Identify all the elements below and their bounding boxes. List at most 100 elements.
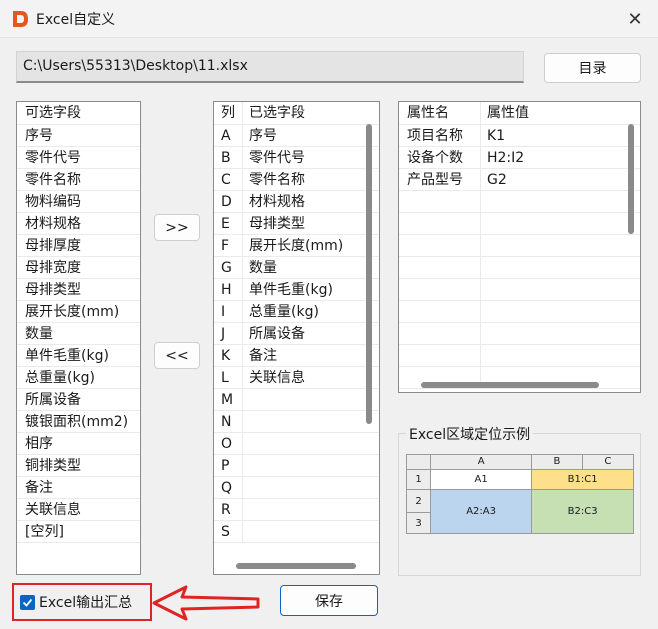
- selected-vertical-scrollbar[interactable]: [366, 124, 372, 424]
- selected-field-row[interactable]: I 总重量(kg): [214, 301, 379, 323]
- column-letter: H: [214, 279, 243, 300]
- column-letter: R: [214, 499, 243, 520]
- column-letter: P: [214, 455, 243, 476]
- column-letter: O: [214, 433, 243, 454]
- selected-field-row[interactable]: C 零件名称: [214, 169, 379, 191]
- selected-field-row[interactable]: N: [214, 411, 379, 433]
- column-letter: C: [214, 169, 243, 190]
- column-letter: G: [214, 257, 243, 278]
- selected-fields-grid[interactable]: 列 已选字段 A 序号 B 零件代号 C 零件名称 D 材料规格 E 母排类型 F 展开长度(mm) G…: [213, 101, 380, 575]
- column-letter: M: [214, 389, 243, 410]
- available-fields-list[interactable]: 可选字段 序号 零件代号 零件名称 物料编码 材料规格 母排厚度 母排宽度 母排类型 展开长度(…: [16, 101, 141, 575]
- property-name: 设备个数: [399, 147, 481, 168]
- selected-field-row[interactable]: L 关联信息: [214, 367, 379, 389]
- selected-field-row[interactable]: B 零件代号: [214, 147, 379, 169]
- column-letter: J: [214, 323, 243, 344]
- selected-field-name: 材料规格: [249, 194, 305, 210]
- example-col-header-c: C: [581, 454, 635, 470]
- selected-field-row[interactable]: S: [214, 521, 379, 543]
- available-field-item[interactable]: 数量: [17, 323, 140, 345]
- selected-field-row[interactable]: Q: [214, 477, 379, 499]
- example-cell-a2a3: A2:A3: [429, 489, 533, 534]
- selected-field-row[interactable]: K 备注: [214, 345, 379, 367]
- selected-field-name: 展开长度(mm): [249, 238, 344, 254]
- example-row-header-2: 2: [406, 489, 431, 514]
- empty-property-row: [399, 235, 640, 257]
- excel-summary-checkbox-highlight[interactable]: Excel输出汇总: [12, 583, 152, 621]
- empty-property-row: [399, 323, 640, 345]
- available-field-item[interactable]: 母排厚度: [17, 235, 140, 257]
- selected-field-name: [243, 499, 379, 520]
- available-field-item[interactable]: 镀银面积(mm2): [17, 411, 140, 433]
- column-letter: N: [214, 411, 243, 432]
- selected-field-row[interactable]: R: [214, 499, 379, 521]
- example-cell-a1: A1: [429, 468, 533, 491]
- selected-field-row[interactable]: F 展开长度(mm): [214, 235, 379, 257]
- available-field-item[interactable]: 零件名称: [17, 169, 140, 191]
- column-letter: I: [214, 301, 243, 322]
- available-field-item[interactable]: 材料规格: [17, 213, 140, 235]
- available-field-item[interactable]: 母排宽度: [17, 257, 140, 279]
- selected-field-row[interactable]: H 单件毛重(kg): [214, 279, 379, 301]
- empty-property-row: [399, 213, 640, 235]
- red-arrow-icon: [152, 585, 260, 621]
- available-field-item[interactable]: 单件毛重(kg): [17, 345, 140, 367]
- available-field-item[interactable]: 相序: [17, 433, 140, 455]
- example-row-header-3: 3: [406, 512, 431, 534]
- selected-field-row[interactable]: G 数量: [214, 257, 379, 279]
- available-field-item[interactable]: 关联信息: [17, 499, 140, 521]
- properties-header: 属性名 属性值: [399, 102, 640, 125]
- example-row-header-1: 1: [406, 468, 431, 491]
- selected-field-row[interactable]: E 母排类型: [214, 213, 379, 235]
- properties-vertical-scrollbar[interactable]: [628, 124, 634, 234]
- available-field-item[interactable]: 物料编码: [17, 191, 140, 213]
- property-row[interactable]: 项目名称 K1: [399, 125, 640, 147]
- available-field-item[interactable]: 所属设备: [17, 389, 140, 411]
- available-field-item[interactable]: 总重量(kg): [17, 367, 140, 389]
- empty-property-row: [399, 345, 640, 367]
- app-logo-icon: [13, 11, 28, 27]
- property-name: 项目名称: [399, 125, 481, 146]
- available-field-item[interactable]: 零件代号: [17, 147, 140, 169]
- file-path-field[interactable]: C:\Users\55313\Desktop\11.xlsx: [16, 51, 524, 83]
- directory-button[interactable]: 目录: [544, 53, 641, 83]
- column-letter: F: [214, 235, 243, 256]
- selected-field-name: 零件代号: [249, 150, 305, 166]
- property-name-header: 属性名: [399, 102, 481, 124]
- selected-field-row[interactable]: J 所属设备: [214, 323, 379, 345]
- properties-grid[interactable]: 属性名 属性值 项目名称 K1 设备个数 H2:I2 产品型号 G2: [398, 101, 641, 393]
- column-letter: B: [214, 147, 243, 168]
- available-field-item[interactable]: 母排类型: [17, 279, 140, 301]
- available-field-item[interactable]: 序号: [17, 125, 140, 147]
- remove-field-button[interactable]: <<: [154, 342, 200, 369]
- properties-horizontal-scrollbar[interactable]: [421, 382, 599, 388]
- selected-field-name: 关联信息: [249, 370, 305, 386]
- selected-field-row[interactable]: A 序号: [214, 125, 379, 147]
- available-field-item[interactable]: 铜排类型: [17, 455, 140, 477]
- selected-field-name: 所属设备: [249, 326, 305, 342]
- selected-field-row[interactable]: M: [214, 389, 379, 411]
- selected-field-row[interactable]: D 材料规格: [214, 191, 379, 213]
- add-field-button[interactable]: >>: [154, 214, 200, 241]
- available-field-item[interactable]: 备注: [17, 477, 140, 499]
- excel-summary-checkbox[interactable]: [20, 594, 35, 610]
- selected-field-name: [243, 521, 379, 542]
- property-name: 产品型号: [399, 169, 481, 190]
- selected-field-name: 序号: [249, 128, 277, 144]
- selected-field-name: [243, 455, 379, 476]
- empty-property-row: [399, 279, 640, 301]
- available-field-item[interactable]: 展开长度(mm): [17, 301, 140, 323]
- selected-field-row[interactable]: P: [214, 455, 379, 477]
- save-button[interactable]: 保存: [280, 585, 378, 616]
- selected-horizontal-scrollbar[interactable]: [236, 563, 356, 569]
- property-row[interactable]: 设备个数 H2:I2: [399, 147, 640, 169]
- column-letter: A: [214, 125, 243, 146]
- example-group-title: Excel区域定位示例: [406, 424, 534, 444]
- empty-property-row: [399, 301, 640, 323]
- property-row[interactable]: 产品型号 G2: [399, 169, 640, 191]
- column-letter-header: 列: [214, 102, 243, 124]
- selected-field-row[interactable]: O: [214, 433, 379, 455]
- available-field-item[interactable]: [空列]: [17, 521, 140, 543]
- window-title: Excel自定义: [36, 12, 116, 28]
- close-icon[interactable]: ✕: [612, 0, 658, 38]
